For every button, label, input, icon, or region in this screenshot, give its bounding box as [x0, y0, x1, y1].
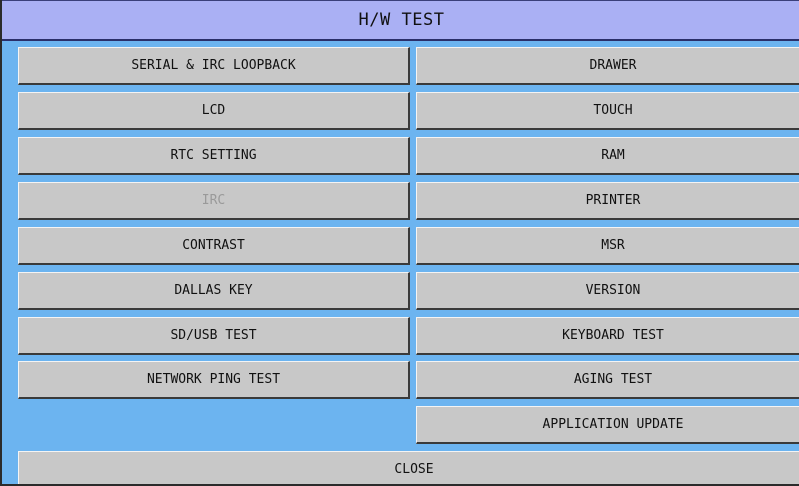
- aging-test-button[interactable]: AGING TEST: [416, 361, 799, 399]
- lcd-button[interactable]: LCD: [18, 92, 410, 130]
- rtc-setting-button[interactable]: RTC SETTING: [18, 137, 410, 175]
- drawer-button[interactable]: DRAWER: [416, 47, 799, 85]
- touch-button[interactable]: TOUCH: [416, 92, 799, 130]
- msr-button[interactable]: MSR: [416, 227, 799, 265]
- dallas-key-button[interactable]: DALLAS KEY: [18, 272, 410, 310]
- keyboard-test-button[interactable]: KEYBOARD TEST: [416, 317, 799, 355]
- network-ping-test-button[interactable]: NETWORK PING TEST: [18, 361, 410, 399]
- page-title: H/W TEST: [2, 0, 799, 41]
- serial-irc-loopback-button[interactable]: SERIAL & IRC LOOPBACK: [18, 47, 410, 85]
- version-button[interactable]: VERSION: [416, 272, 799, 310]
- irc-button: IRC: [18, 182, 410, 220]
- hw-test-screen: H/W TEST SERIAL & IRC LOOPBACK LCD RTC S…: [0, 0, 799, 486]
- ram-button[interactable]: RAM: [416, 137, 799, 175]
- close-button[interactable]: CLOSE: [18, 451, 799, 484]
- printer-button[interactable]: PRINTER: [416, 182, 799, 220]
- contrast-button[interactable]: CONTRAST: [18, 227, 410, 265]
- sd-usb-test-button[interactable]: SD/USB TEST: [18, 317, 410, 355]
- application-update-button[interactable]: APPLICATION UPDATE: [416, 406, 799, 444]
